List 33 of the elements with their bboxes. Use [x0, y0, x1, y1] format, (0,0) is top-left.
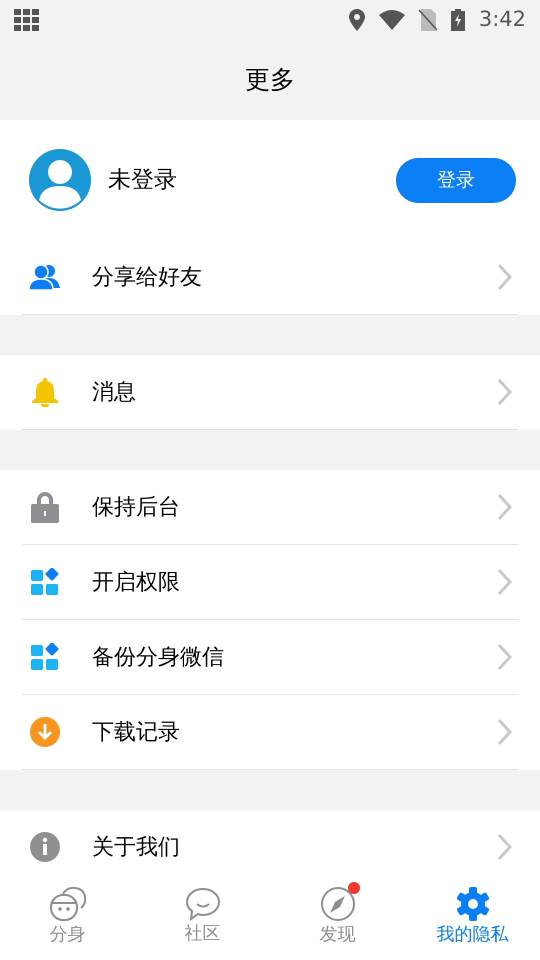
- tiles-icon: [31, 568, 59, 596]
- chevron-right-icon: [496, 833, 512, 861]
- wifi-icon: [378, 10, 405, 30]
- chevron-right-icon: [496, 493, 512, 521]
- user-name: 未登录: [108, 166, 178, 195]
- menu-item[interactable]: 下载记录: [22, 695, 518, 770]
- avatar-icon: [28, 148, 92, 212]
- apps-grid-icon: [14, 9, 40, 31]
- people-icon: [29, 264, 61, 290]
- compass-icon: [320, 886, 356, 922]
- status-time: 3:42: [478, 6, 526, 34]
- page-title: 更多: [245, 64, 295, 96]
- bell-icon: [31, 377, 59, 407]
- battery-charging-icon: [450, 9, 465, 31]
- chevron-right-icon: [496, 568, 512, 596]
- login-button[interactable]: 登录: [396, 158, 516, 202]
- chevron-right-icon: [496, 378, 512, 406]
- menu-item[interactable]: 保持后台: [22, 470, 518, 545]
- settings-icon: [454, 886, 490, 922]
- menu-item[interactable]: 备份分身微信: [22, 620, 518, 695]
- no-sim-icon: [418, 9, 437, 31]
- tiles-icon: [31, 643, 59, 671]
- info-icon: [30, 832, 60, 862]
- menu-item[interactable]: 开启权限: [22, 545, 518, 620]
- location-icon: [348, 9, 365, 31]
- chevron-right-icon: [496, 263, 512, 291]
- chevron-right-icon: [496, 643, 512, 671]
- chevron-right-icon: [496, 718, 512, 746]
- download-icon: [30, 717, 60, 747]
- lock-icon: [31, 491, 59, 523]
- nav-tab[interactable]: 我的隐私: [405, 872, 540, 960]
- faces-icon: [48, 886, 86, 922]
- chat-bubble-icon: [184, 887, 220, 921]
